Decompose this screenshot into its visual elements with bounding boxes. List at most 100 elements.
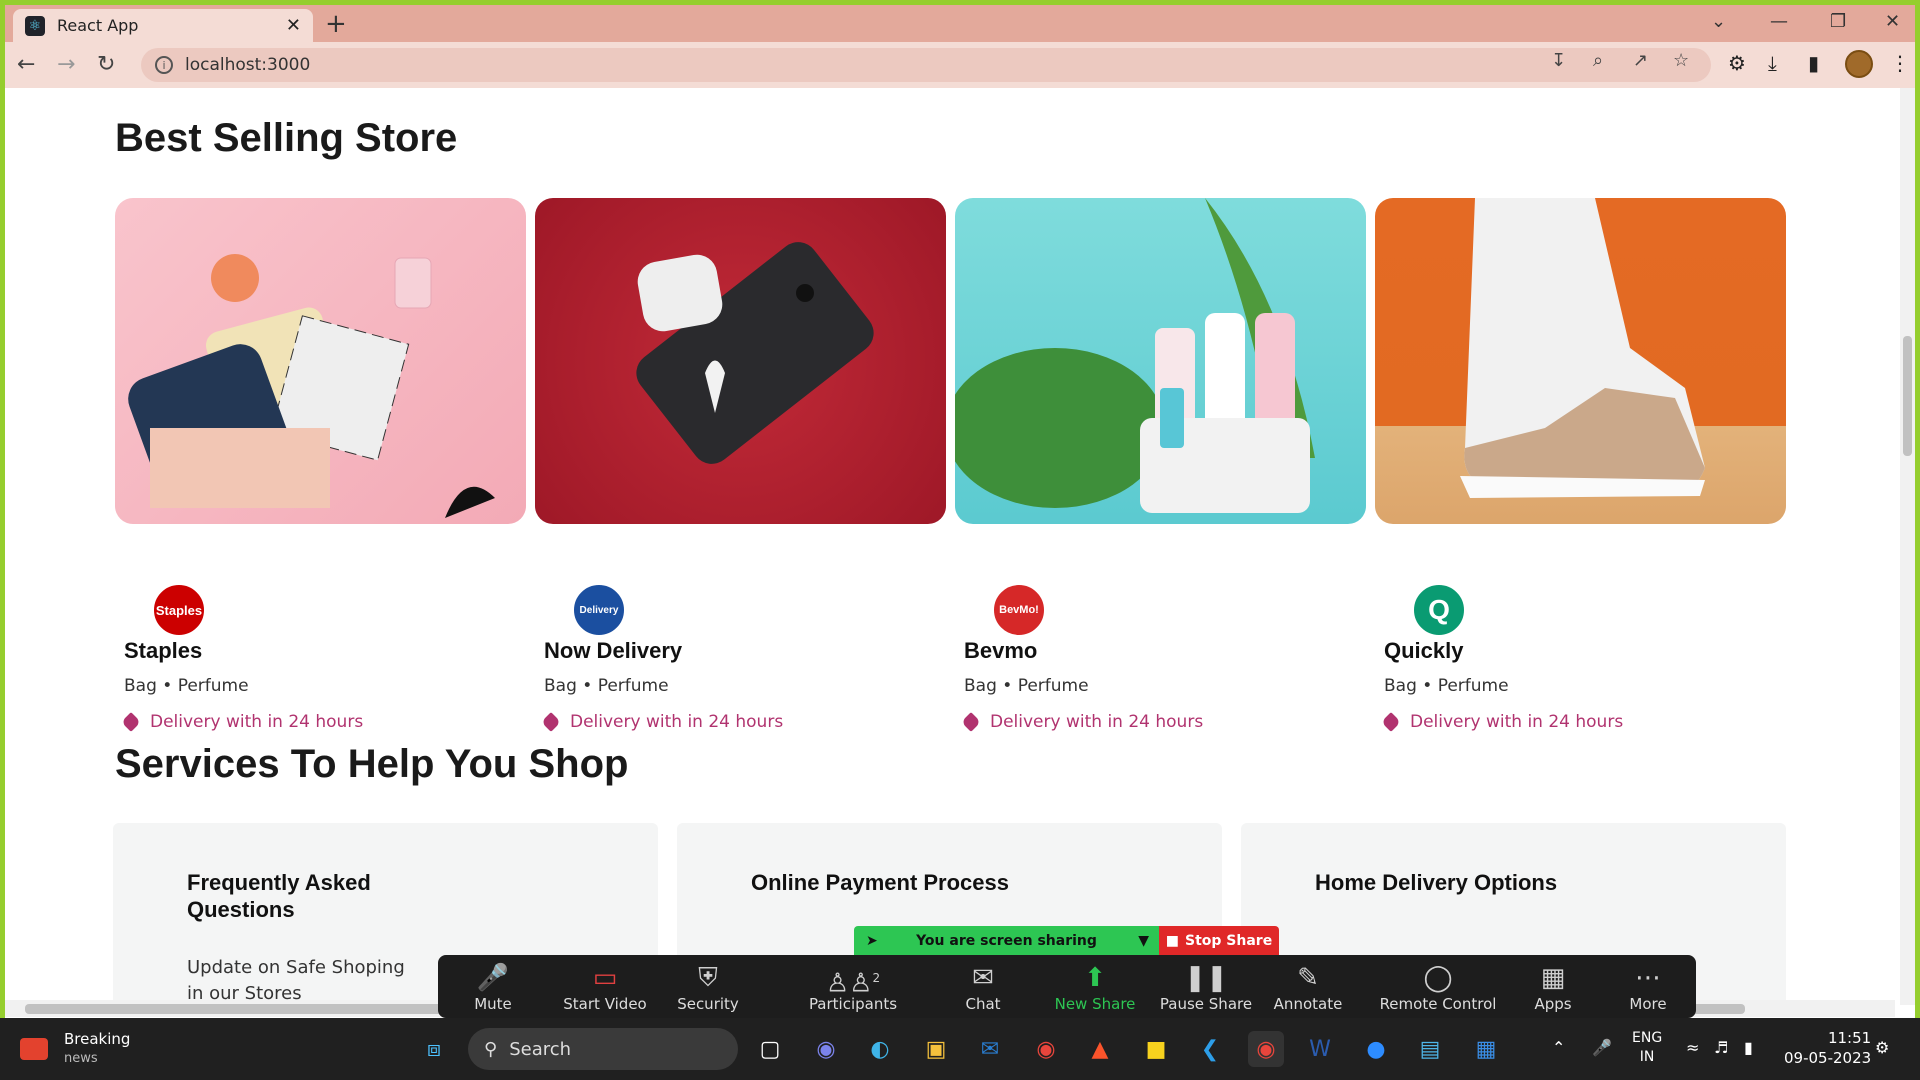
site-info-icon[interactable]: i bbox=[155, 56, 173, 74]
store-name[interactable]: Quickly bbox=[1384, 638, 1463, 664]
store-card[interactable]: BevMo! Bevmo Bag • Perfume Delivery with… bbox=[955, 198, 1366, 732]
restore-button[interactable]: ❐ bbox=[1830, 11, 1846, 32]
pause-icon: ❚❚ bbox=[1184, 963, 1228, 993]
service-title: Online Payment Process bbox=[751, 870, 1009, 895]
store-categories: Bag • Perfume bbox=[1384, 676, 1509, 696]
shield-icon: ⛨ bbox=[698, 963, 718, 993]
share-arrow-icon: ⬆ bbox=[1084, 963, 1106, 993]
close-window-button[interactable]: ✕ bbox=[1885, 11, 1900, 32]
browser-tab-bar: ⚛ React App ✕ + ⌄ — ❐ ✕ bbox=[5, 5, 1915, 42]
delivery-text: Delivery with in 24 hours bbox=[990, 712, 1204, 732]
scroll-thumb[interactable] bbox=[1903, 336, 1912, 456]
chevron-up-icon[interactable]: ⌃ bbox=[1552, 1038, 1565, 1057]
annotate-button[interactable]: ✎ Annotate bbox=[1253, 961, 1363, 1013]
service-title: Home Delivery Options bbox=[1315, 870, 1558, 895]
edge-icon[interactable]: ◐ bbox=[862, 1031, 898, 1067]
language-indicator[interactable]: ENG IN bbox=[1632, 1029, 1662, 1067]
task-view-icon[interactable]: ▢ bbox=[752, 1031, 788, 1067]
zoom-icon[interactable]: ● bbox=[1358, 1031, 1394, 1067]
store-logo: Delivery bbox=[571, 582, 627, 638]
store-image bbox=[955, 198, 1366, 524]
delivery-info: Delivery with in 24 hours bbox=[541, 712, 784, 732]
pin-icon[interactable]: ➤ bbox=[866, 933, 878, 949]
zoom-icon[interactable]: ⌕ bbox=[1593, 50, 1603, 71]
delivery-info: Delivery with in 24 hours bbox=[121, 712, 363, 732]
pencil-icon: ✎ bbox=[1297, 963, 1319, 993]
services-heading: Services To Help You Shop bbox=[115, 742, 629, 786]
delivery-text: Delivery with in 24 hours bbox=[1410, 712, 1624, 732]
store-image bbox=[1375, 198, 1786, 524]
back-icon[interactable]: ← bbox=[17, 52, 35, 77]
browser-tab[interactable]: ⚛ React App ✕ bbox=[13, 9, 313, 42]
store-name[interactable]: Bevmo bbox=[964, 638, 1037, 664]
taskbar-search[interactable]: ⚲ Search bbox=[468, 1028, 738, 1070]
new-tab-button[interactable]: + bbox=[325, 11, 347, 37]
avatar[interactable] bbox=[1845, 50, 1873, 78]
file-explorer-icon[interactable]: ▣ bbox=[918, 1031, 954, 1067]
word-icon[interactable]: W bbox=[1302, 1031, 1338, 1067]
delivery-text: Delivery with in 24 hours bbox=[570, 712, 784, 732]
news-icon bbox=[20, 1038, 48, 1060]
photos-icon[interactable]: ▦ bbox=[1468, 1031, 1504, 1067]
browser-toolbar: ← → ↻ i localhost:3000 ↧ ⌕ ↗ ☆ ⚙ ⤓ ▮ ⋮ bbox=[5, 42, 1915, 88]
store-logo: Q bbox=[1411, 582, 1467, 638]
clock[interactable]: 11:51 09-05-2023 bbox=[1784, 1028, 1871, 1068]
side-panel-icon[interactable]: ▮ bbox=[1808, 51, 1819, 75]
downloads-icon[interactable]: ⤓ bbox=[1768, 51, 1777, 75]
volume-icon[interactable]: ♬ bbox=[1714, 1038, 1728, 1057]
wifi-icon[interactable]: ≈ bbox=[1686, 1038, 1699, 1057]
tag-icon bbox=[121, 712, 141, 732]
teams-icon[interactable]: ◉ bbox=[808, 1031, 844, 1067]
vertical-scrollbar[interactable] bbox=[1900, 88, 1915, 1005]
news-sub: news bbox=[64, 1051, 98, 1066]
tag-icon bbox=[541, 712, 561, 732]
stop-icon: ■ bbox=[1165, 932, 1180, 949]
store-card[interactable]: Q Quickly Bag • Perfume Delivery with in… bbox=[1375, 198, 1786, 732]
forward-icon[interactable]: → bbox=[57, 52, 75, 77]
install-icon[interactable]: ↧ bbox=[1551, 50, 1566, 71]
apps-button[interactable]: ▦ Apps bbox=[1498, 961, 1608, 1013]
extensions-icon[interactable]: ⚙ bbox=[1728, 51, 1746, 75]
vscode-icon[interactable]: ❮ bbox=[1192, 1031, 1228, 1067]
minimize-button[interactable]: — bbox=[1770, 11, 1788, 32]
pause-share-button[interactable]: ❚❚ Pause Share bbox=[1151, 961, 1261, 1013]
microphone-icon[interactable]: 🎤 bbox=[1592, 1038, 1612, 1057]
close-tab-icon[interactable]: ✕ bbox=[286, 15, 301, 36]
participants-button[interactable]: ♙♙2 Participants bbox=[783, 961, 923, 1013]
news-widget[interactable]: Breaking news bbox=[20, 1030, 130, 1068]
page-content: Best Selling Store Staples Staples Bag •… bbox=[5, 88, 1900, 1005]
remote-control-button[interactable]: ◯ Remote Control bbox=[1368, 961, 1508, 1013]
start-video-button[interactable]: ▭ Start Video bbox=[550, 961, 660, 1013]
chrome-active-icon[interactable]: ◉ bbox=[1248, 1031, 1284, 1067]
notepad-icon[interactable]: ▤ bbox=[1412, 1031, 1448, 1067]
windows-start-icon[interactable]: ⧈ bbox=[416, 1031, 452, 1067]
store-card[interactable]: Staples Staples Bag • Perfume Delivery w… bbox=[115, 198, 526, 732]
brave-icon[interactable]: ▲ bbox=[1082, 1031, 1118, 1067]
notification-icon[interactable]: ⚙ bbox=[1875, 1038, 1889, 1057]
chrome-icon[interactable]: ◉ bbox=[1028, 1031, 1064, 1067]
mute-button[interactable]: 🎤 Mute bbox=[438, 961, 548, 1013]
tab-title: React App bbox=[57, 16, 139, 35]
store-card[interactable]: Delivery Now Delivery Bag • Perfume Deli… bbox=[535, 198, 946, 732]
store-name[interactable]: Now Delivery bbox=[544, 638, 682, 664]
microphone-icon: 🎤 bbox=[476, 963, 510, 993]
zoom-control-bar: 🎤 Mute ▭ Start Video ⛨ Security ♙♙2 Particip… bbox=[438, 955, 1696, 1018]
address-bar[interactable]: i localhost:3000 bbox=[141, 48, 1711, 82]
more-button[interactable]: ⋯ More bbox=[1593, 961, 1703, 1013]
store-name[interactable]: Staples bbox=[124, 638, 202, 664]
battery-icon[interactable]: ▮ bbox=[1744, 1038, 1753, 1057]
mail-icon[interactable]: ✉ bbox=[972, 1031, 1008, 1067]
screen-sharing-banner: ➤ You are screen sharing ▼ bbox=[854, 926, 1159, 955]
chat-button[interactable]: ✉ Chat bbox=[928, 961, 1038, 1013]
stop-share-button[interactable]: ■ Stop Share bbox=[1159, 926, 1279, 955]
sticky-notes-icon[interactable]: ■ bbox=[1138, 1031, 1174, 1067]
best-selling-heading: Best Selling Store bbox=[115, 116, 458, 160]
share-icon[interactable]: ↗ bbox=[1633, 50, 1648, 71]
tab-search-icon[interactable]: ⌄ bbox=[1711, 11, 1726, 32]
react-icon: ⚛ bbox=[25, 15, 45, 36]
menu-icon[interactable]: ⋮ bbox=[1890, 51, 1910, 75]
reload-icon[interactable]: ↻ bbox=[97, 52, 115, 77]
new-share-button[interactable]: ⬆ New Share bbox=[1040, 961, 1150, 1013]
bookmark-star-icon[interactable]: ☆ bbox=[1673, 50, 1689, 71]
security-button[interactable]: ⛨ Security bbox=[653, 961, 763, 1013]
